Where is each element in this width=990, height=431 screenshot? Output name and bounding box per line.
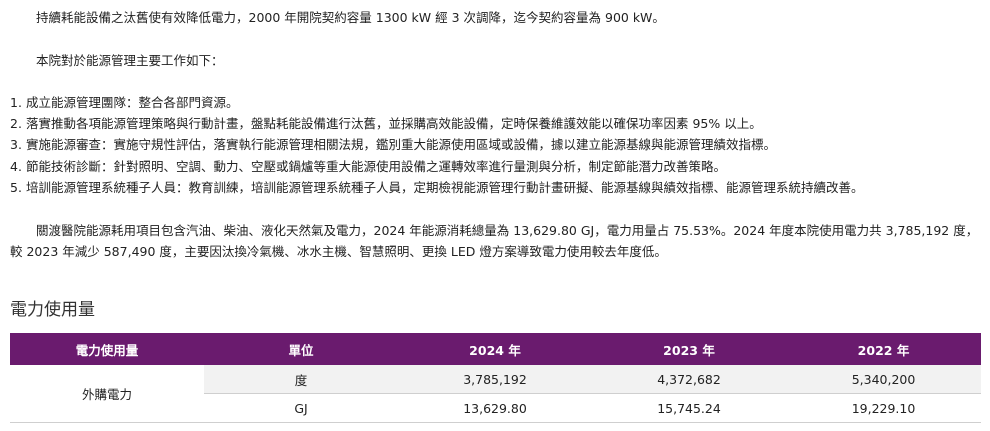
list-text: 節能技術診斷：針對照明、空調、動力、空壓或鍋爐等重大能源使用設備之運轉效率進行量…: [26, 158, 727, 174]
list-number: 4.: [10, 158, 22, 174]
header-2024: 2024 年: [469, 342, 521, 358]
list-item: 1. 成立能源管理團隊：整合各部門資源。: [10, 94, 864, 115]
list-number: 5.: [10, 179, 22, 195]
list-text: 落實推動各項能源管理策略與行動計畫，盤點耗能設備進行汰舊，並採購高效能設備，定時…: [26, 116, 762, 132]
list-number: 3.: [10, 137, 22, 153]
header-category: 電力使用量: [75, 342, 139, 358]
cell-2022: 5,340,200: [786, 365, 981, 394]
section-title: 電力使用量: [10, 300, 95, 320]
list-item: 2. 落實推動各項能源管理策略與行動計畫，盤點耗能設備進行汰舊，並採購高效能設備，…: [10, 115, 864, 136]
list-item: 4. 節能技術診斷：針對照明、空調、動力、空壓或鍋爐等重大能源使用設備之運轉效率進…: [10, 158, 864, 179]
row-label: 外購電力: [10, 365, 204, 423]
cell-unit: GJ: [204, 393, 398, 423]
list-text: 實施能源審查：實施守規性評估，落實執行能源管理相關法規，鑑別重大能源使用區域或設…: [26, 137, 777, 153]
consumption-line-2: 較 2023 年減少 587,490 度，主要因汰換冷氣機、冰水主機、智慧照明、…: [10, 244, 667, 259]
cell-unit: 度: [204, 365, 398, 394]
intro-paragraph: 持續耗能設備之汰舊使有效降低電力，2000 年開院契約容量 1300 kW 經 …: [36, 10, 665, 25]
table-header-row: 電力使用量 單位 2024 年 2023 年 2022 年: [10, 333, 981, 365]
cell-2023: 4,372,682: [592, 365, 786, 394]
list-item: 5. 培訓能源管理系統種子人員：教育訓練，培訓能源管理系統種子人員，定期檢視能源管…: [10, 179, 864, 200]
consumption-paragraph: 關渡醫院能源耗用項目包含汽油、柴油、液化天然氣及電力，2024 年能源消耗總量為…: [10, 220, 985, 262]
header-unit: 單位: [288, 342, 314, 358]
header-2022: 2022 年: [857, 342, 910, 358]
list-number: 2.: [10, 116, 22, 132]
header-2023: 2023 年: [663, 342, 715, 358]
electricity-table: 電力使用量 單位 2024 年 2023 年 2022 年 外購電力 度 3,7…: [10, 333, 981, 423]
cell-2022: 19,229.10: [786, 393, 981, 423]
cell-2024: 3,785,192: [398, 365, 592, 394]
list-item: 3. 實施能源審查：實施守規性評估，落實執行能源管理相關法規，鑑別重大能源使用區域…: [10, 136, 864, 157]
list-number: 1.: [10, 95, 22, 110]
cell-2024: 13,629.80: [398, 393, 592, 423]
consumption-line-1: 關渡醫院能源耗用項目包含汽油、柴油、液化天然氣及電力，2024 年能源消耗總量為…: [36, 223, 979, 238]
list-text: 培訓能源管理系統種子人員：教育訓練，培訓能源管理系統種子人員，定期檢視能源管理行…: [26, 179, 864, 195]
list-text: 成立能源管理團隊：整合各部門資源。: [26, 95, 239, 110]
table-row: 外購電力 度 3,785,192 4,372,682 5,340,200: [10, 365, 981, 423]
work-list: 1. 成立能源管理團隊：整合各部門資源。 2. 落實推動各項能源管理策略與行動計畫，…: [10, 94, 864, 200]
cell-2023: 15,745.24: [592, 393, 786, 423]
work-intro: 本院對於能源管理主要工作如下：: [36, 53, 224, 68]
